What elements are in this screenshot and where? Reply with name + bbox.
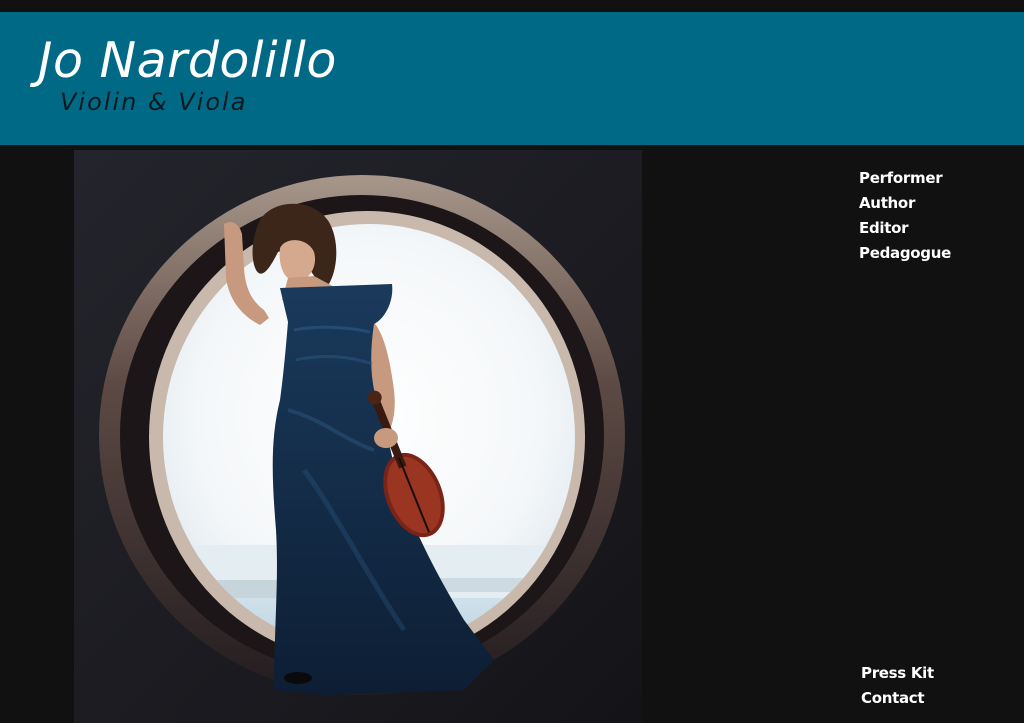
site-header: Jo Nardolillo Violin & Viola <box>0 12 1024 145</box>
nav-link-contact[interactable]: Contact <box>861 689 925 707</box>
nav-item-pedagogue: Pedagogue <box>859 242 951 267</box>
primary-nav: Performer Author Editor Pedagogue <box>859 167 951 267</box>
secondary-nav: Press Kit Contact <box>861 662 934 712</box>
hero-photo <box>74 150 642 723</box>
nav-item-author: Author <box>859 192 951 217</box>
site-title[interactable]: Jo Nardolillo <box>38 32 337 89</box>
nav-link-press-kit[interactable]: Press Kit <box>861 664 934 682</box>
top-strip <box>0 0 1024 12</box>
nav-item-editor: Editor <box>859 217 951 242</box>
nav-item-contact: Contact <box>861 687 934 712</box>
nav-item-performer: Performer <box>859 167 951 192</box>
nav-item-press-kit: Press Kit <box>861 662 934 687</box>
nav-link-editor[interactable]: Editor <box>859 219 909 237</box>
nav-link-pedagogue[interactable]: Pedagogue <box>859 244 951 262</box>
nav-link-author[interactable]: Author <box>859 194 915 212</box>
nav-link-performer[interactable]: Performer <box>859 169 943 187</box>
site-subtitle: Violin & Viola <box>60 88 248 116</box>
